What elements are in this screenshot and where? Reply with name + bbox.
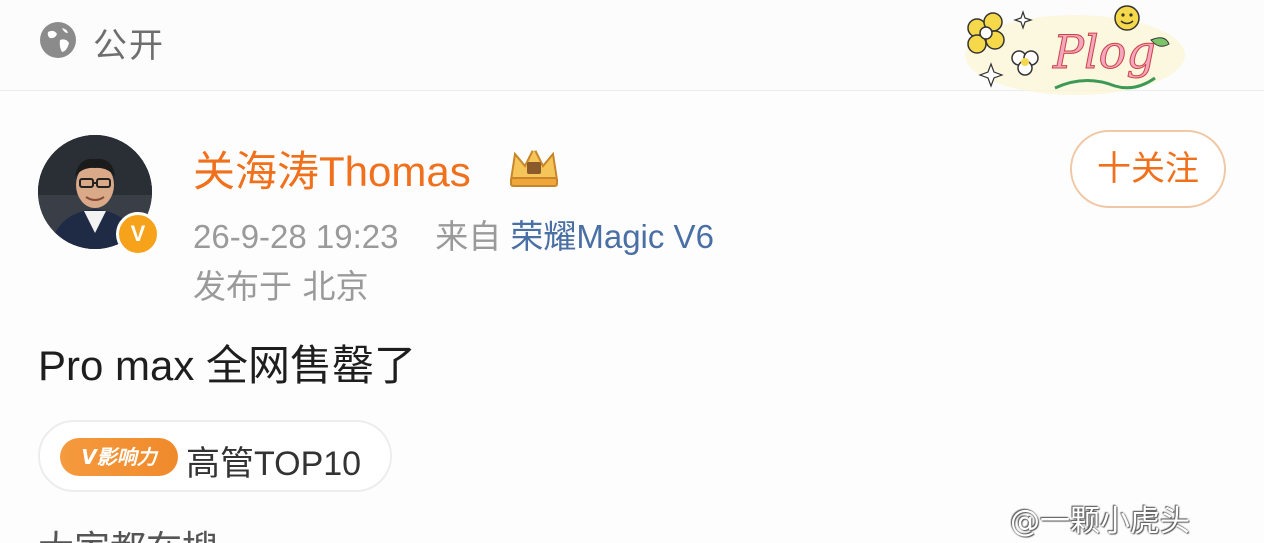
visibility-label: 公开 [93, 26, 165, 66]
from-label: 来自 [435, 218, 502, 255]
sticker-text: Plog [1052, 25, 1156, 79]
influence-badge: V影响力 [60, 438, 178, 476]
watermark: @一颗小虎头 [1010, 504, 1190, 539]
post-meta: 26-9-28 19:23 来自 荣耀Magic V6 [193, 210, 714, 258]
timestamp: 26-9-28 19:23 [193, 218, 399, 255]
location: 发布于 北京 [193, 267, 369, 306]
influence-chip[interactable]: V影响力 高管TOP10 [38, 420, 392, 492]
flower-icon [967, 12, 1005, 54]
verified-badge: V [116, 212, 160, 256]
device-link[interactable]: 荣耀Magic V6 [510, 218, 714, 255]
post-content: Pro max 全网售罄了 [38, 342, 417, 389]
globe-icon [40, 22, 76, 58]
weibo-post-screenshot: 公开 Plog V 关海涛Thomas 十关注 26-9-28 19:23 来自… [0, 0, 1264, 543]
smiley-icon [1114, 5, 1140, 31]
follow-button[interactable]: 十关注 [1070, 130, 1226, 208]
influence-text: 高管TOP10 [186, 445, 362, 483]
crown-icon [509, 145, 559, 187]
visibility-bar: 公开 Plog [0, 0, 1264, 95]
trending-label: 大家都在搜 [38, 520, 218, 543]
username[interactable]: 关海涛Thomas [193, 138, 471, 199]
plog-sticker: Plog [965, 5, 1185, 95]
